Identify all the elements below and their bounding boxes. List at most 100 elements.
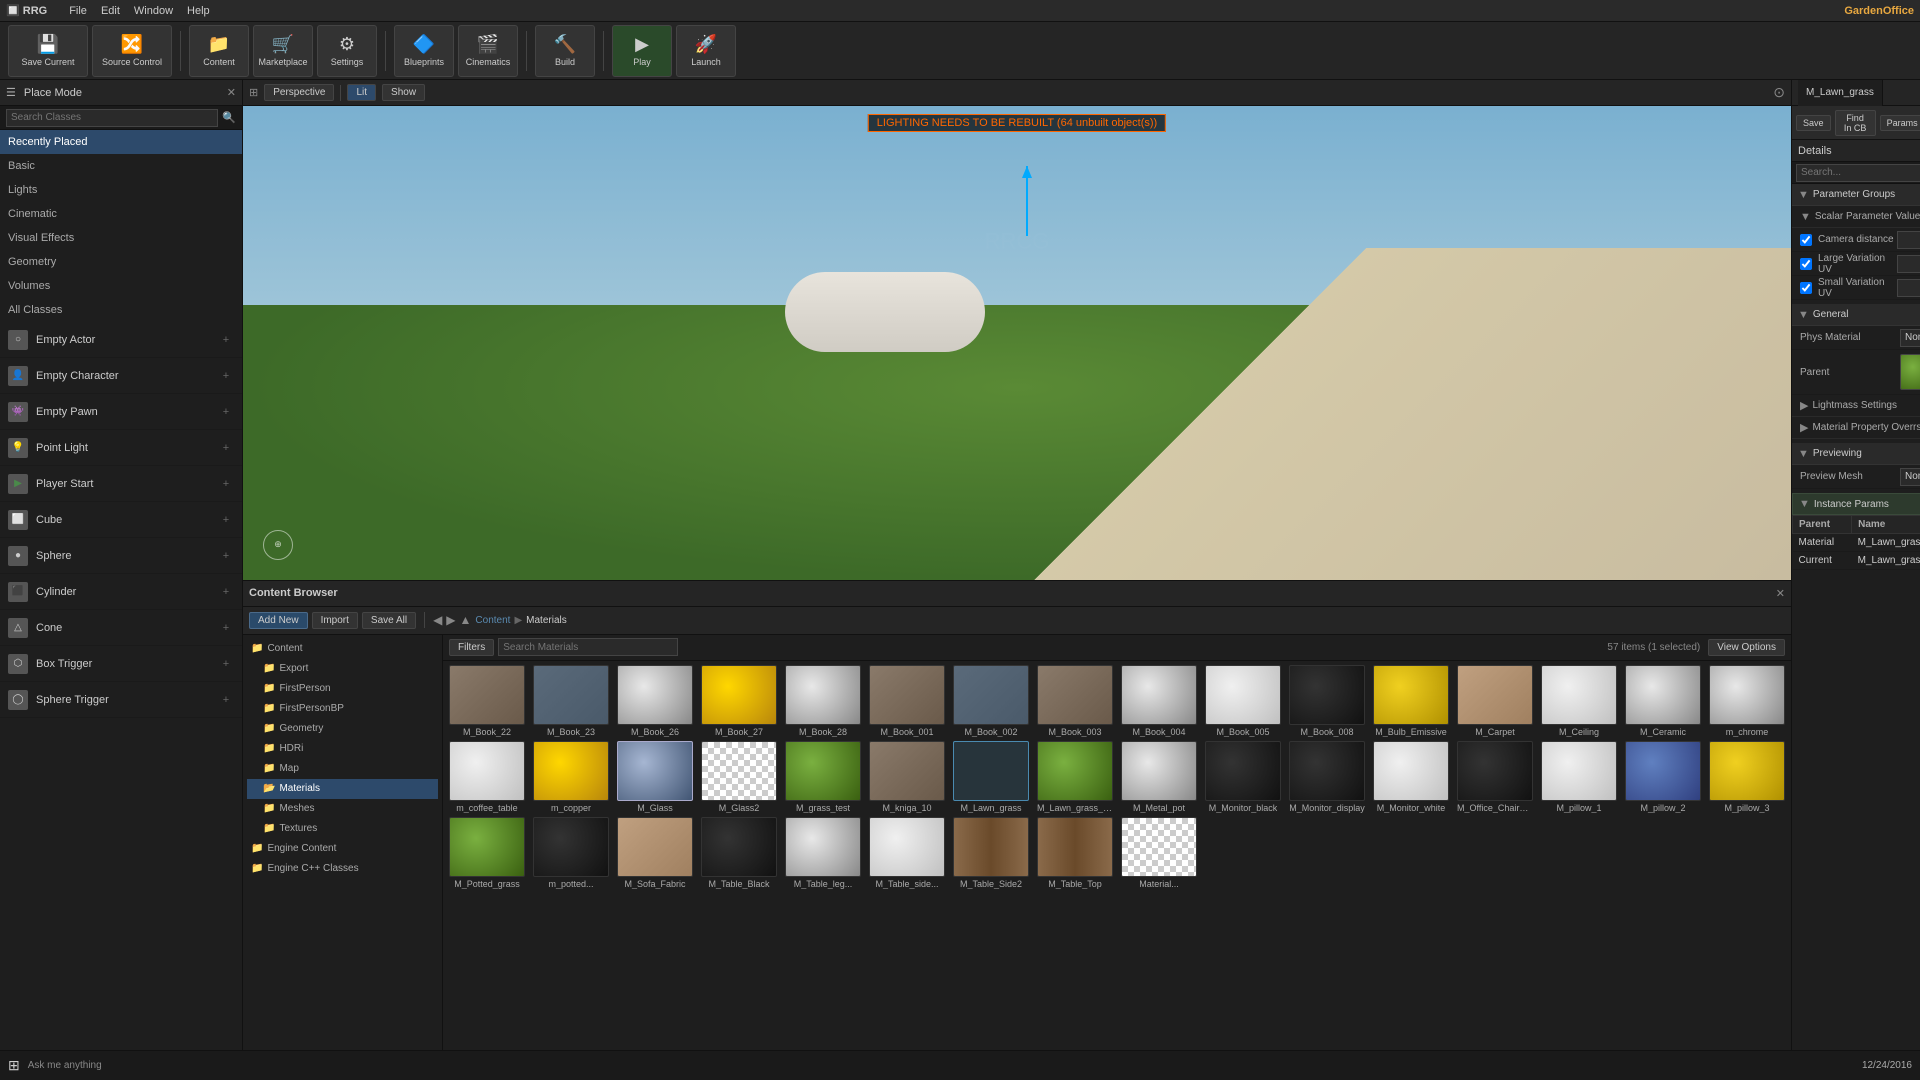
asset-m-monitor-display[interactable]: M_Monitor_display xyxy=(1287,741,1367,813)
previewing-header[interactable]: ▼ Previewing xyxy=(1792,443,1920,465)
cone-add[interactable]: + xyxy=(218,620,234,636)
up-button[interactable]: ▲ xyxy=(460,613,472,627)
build-button[interactable]: 🔨 Build xyxy=(535,25,595,77)
category-all-classes[interactable]: All Classes xyxy=(0,298,242,322)
param-large-variation-checkbox[interactable] xyxy=(1800,258,1812,270)
folder-firstpersonbp[interactable]: 📁 FirstPersonBP xyxy=(247,699,438,719)
folder-textures[interactable]: 📁 Textures xyxy=(247,819,438,839)
category-cinematic[interactable]: Cinematic xyxy=(0,202,242,226)
general-section-header[interactable]: ▼ General xyxy=(1792,304,1920,326)
asset-m-carpet[interactable]: M_Carpet xyxy=(1455,665,1535,737)
perspective-button[interactable]: Perspective xyxy=(264,84,334,101)
asset-m-coffee-table[interactable]: m_coffee_table xyxy=(447,741,527,813)
asset-m-monitor-black[interactable]: M_Monitor_black xyxy=(1203,741,1283,813)
forward-button[interactable]: ▶ xyxy=(446,613,455,627)
cube-add[interactable]: + xyxy=(218,512,234,528)
play-button[interactable]: ▶ Play xyxy=(612,25,672,77)
asset-m-kniga[interactable]: M_kniga_10 xyxy=(867,741,947,813)
asset-m-bulb[interactable]: M_Bulb_Emissive xyxy=(1371,665,1451,737)
phys-material-select[interactable]: None xyxy=(1900,329,1920,347)
asset-m-table-leg[interactable]: M_Table_leg... xyxy=(783,817,863,889)
scalar-params-header[interactable]: ▼ Scalar Parameter Values xyxy=(1792,206,1920,228)
category-recently-placed[interactable]: Recently Placed xyxy=(0,130,242,154)
back-button[interactable]: ◀ xyxy=(433,613,442,627)
place-item-cylinder[interactable]: ⬛ Cylinder + xyxy=(0,574,242,610)
asset-m-sofa-fabric[interactable]: M_Sofa_Fabric xyxy=(615,817,695,889)
asset-m-ceramic[interactable]: M_Ceramic xyxy=(1623,665,1703,737)
asset-m-pillow-2[interactable]: M_pillow_2 xyxy=(1623,741,1703,813)
material-search-input[interactable] xyxy=(1796,164,1920,182)
category-geometry[interactable]: Geometry xyxy=(0,250,242,274)
save-current-button[interactable]: 💾 Save Current xyxy=(8,25,88,77)
preview-mesh-select[interactable]: None xyxy=(1900,468,1920,486)
place-item-cone[interactable]: △ Cone + xyxy=(0,610,242,646)
box-trigger-add[interactable]: + xyxy=(218,656,234,672)
menu-edit[interactable]: Edit xyxy=(101,5,120,17)
filter-button[interactable]: Filters xyxy=(449,639,494,656)
point-light-add[interactable]: + xyxy=(218,440,234,456)
lit-button[interactable]: Lit xyxy=(347,84,376,101)
cinematics-button[interactable]: 🎬 Cinematics xyxy=(458,25,518,77)
3d-viewport[interactable]: LIGHTING NEEDS TO BE REBUILT (64 unbuilt… xyxy=(243,106,1791,580)
category-lights[interactable]: Lights xyxy=(0,178,242,202)
category-basic[interactable]: Basic xyxy=(0,154,242,178)
material-tab-label[interactable]: M_Lawn_grass xyxy=(1798,80,1883,106)
asset-m-lawn-grass[interactable]: M_Lawn_grass xyxy=(951,741,1031,813)
asset-m-copper[interactable]: m_copper xyxy=(531,741,611,813)
asset-m-book-001[interactable]: M_Book_001 xyxy=(867,665,947,737)
menu-help[interactable]: Help xyxy=(187,5,210,17)
asset-m-table-black[interactable]: M_Table_Black xyxy=(699,817,779,889)
folder-engine-cpp[interactable]: 📁 Engine C++ Classes xyxy=(247,859,438,879)
folder-content[interactable]: 📁 Content xyxy=(247,639,438,659)
asset-m-office-chair[interactable]: M_Office_Chair_leather xyxy=(1455,741,1535,813)
asset-m-chrome[interactable]: m_chrome xyxy=(1707,665,1787,737)
param-large-variation-value[interactable]: 0.2 xyxy=(1897,255,1920,273)
folder-hdri[interactable]: 📁 HDRi xyxy=(247,739,438,759)
param-small-variation-checkbox[interactable] xyxy=(1800,282,1812,294)
folder-map[interactable]: 📁 Map xyxy=(247,759,438,779)
asset-m-ceiling[interactable]: M_Ceiling xyxy=(1539,665,1619,737)
mat-params-button[interactable]: Params xyxy=(1880,115,1920,131)
asset-m-metal-pot[interactable]: M_Metal_pot xyxy=(1119,741,1199,813)
source-control-button[interactable]: 🔀 Source Control xyxy=(92,25,172,77)
import-button[interactable]: Import xyxy=(312,612,358,629)
breadcrumb-content[interactable]: Content xyxy=(475,615,510,626)
lightmass-settings-header[interactable]: ▶ Lightmass Settings xyxy=(1792,395,1920,417)
folder-firstperson[interactable]: 📁 FirstPerson xyxy=(247,679,438,699)
launch-button[interactable]: 🚀 Launch xyxy=(676,25,736,77)
taskbar-start[interactable]: ⊞ xyxy=(8,1057,20,1074)
place-item-sphere[interactable]: ● Sphere + xyxy=(0,538,242,574)
menu-window[interactable]: Window xyxy=(134,5,173,17)
place-item-empty-actor[interactable]: ○ Empty Actor + xyxy=(0,322,242,358)
place-item-empty-pawn[interactable]: 👾 Empty Pawn + xyxy=(0,394,242,430)
player-start-add[interactable]: + xyxy=(218,476,234,492)
folder-engine-content[interactable]: 📁 Engine Content xyxy=(247,839,438,859)
asset-m-book-26[interactable]: M_Book_26 xyxy=(615,665,695,737)
place-item-sphere-trigger[interactable]: ◯ Sphere Trigger + xyxy=(0,682,242,718)
content-browser-close[interactable]: ✕ xyxy=(1776,587,1785,600)
breadcrumb-materials[interactable]: Materials xyxy=(526,615,567,626)
param-small-variation-value[interactable]: 0.5 xyxy=(1897,279,1920,297)
param-groups-header[interactable]: ▼ Parameter Groups xyxy=(1792,184,1920,206)
menu-file[interactable]: File xyxy=(69,5,87,17)
asset-m-grass-test[interactable]: M_grass_test xyxy=(783,741,863,813)
place-item-box-trigger[interactable]: ⬡ Box Trigger + xyxy=(0,646,242,682)
cylinder-add[interactable]: + xyxy=(218,584,234,600)
asset-m-book-008[interactable]: M_Book_008 xyxy=(1287,665,1367,737)
asset-m-book-003[interactable]: M_Book_003 xyxy=(1035,665,1115,737)
marketplace-button[interactable]: 🛒 Marketplace xyxy=(253,25,313,77)
asset-m-book-004[interactable]: M_Book_004 xyxy=(1119,665,1199,737)
asset-m-pillow-1[interactable]: M_pillow_1 xyxy=(1539,741,1619,813)
blueprints-button[interactable]: 🔷 Blueprints xyxy=(394,25,454,77)
place-item-point-light[interactable]: 💡 Point Light + xyxy=(0,430,242,466)
category-visual-effects[interactable]: Visual Effects xyxy=(0,226,242,250)
content-button[interactable]: 📁 Content xyxy=(189,25,249,77)
asset-m-table-top[interactable]: M_Table_Top xyxy=(1035,817,1115,889)
search-classes-input[interactable] xyxy=(6,109,218,127)
folder-geometry[interactable]: 📁 Geometry xyxy=(247,719,438,739)
asset-m-lawn-grass-display[interactable]: M_Lawn_grass_display xyxy=(1035,741,1115,813)
asset-m-glass[interactable]: M_Glass xyxy=(615,741,695,813)
folder-export[interactable]: 📁 Export xyxy=(247,659,438,679)
place-item-cube[interactable]: ⬜ Cube + xyxy=(0,502,242,538)
folder-materials[interactable]: 📂 Materials xyxy=(247,779,438,799)
